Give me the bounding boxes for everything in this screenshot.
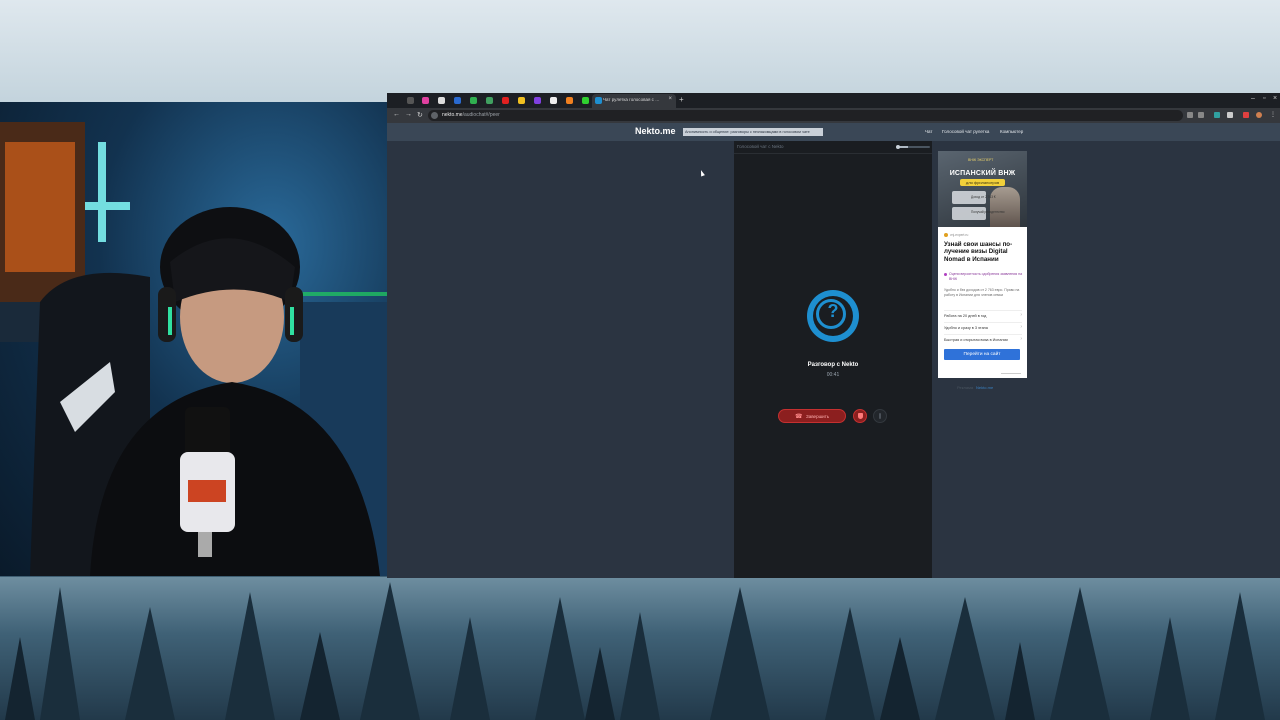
phone-hangup-icon: ☎ (795, 414, 803, 420)
ad-banner[interactable]: ВНЖ ЭКСПЕРТ ИСПАНСКИЙ ВНЖ для фрилансеро… (938, 151, 1027, 378)
menu-icon[interactable]: ⋮ (1270, 111, 1276, 118)
tab-favicon[interactable] (454, 97, 461, 104)
voice-chat-panel: Голосовой чат с Nekto ? Разговор с Nekto… (734, 141, 932, 578)
microphone-icon (879, 413, 881, 419)
tab-favicon[interactable] (566, 97, 573, 104)
tab-favicon[interactable] (422, 97, 429, 104)
extension-icon[interactable] (1227, 112, 1233, 118)
tab-favicon[interactable] (518, 97, 525, 104)
promo-banner[interactable]: Анонимность и общение: разговоры с незна… (683, 128, 823, 136)
ad-title[interactable]: Узнай свои шансы по-лучение визы Digital… (944, 241, 1024, 263)
url-input[interactable]: nekto.me/audiochat#/peer (428, 110, 1183, 121)
ad-card-text: Получай резидентство (971, 210, 1005, 214)
site-info-icon[interactable] (431, 112, 438, 119)
ad-cta-button[interactable]: Перейти на сайт (944, 349, 1020, 360)
reload-icon[interactable]: ↻ (417, 111, 423, 119)
ad-list-item[interactable]: Быстрая и открытая виза в Испании › (944, 334, 1022, 344)
volume-handle[interactable] (896, 145, 900, 149)
nav-computer[interactable]: Компьютер (1000, 129, 1023, 134)
ad-headline: ИСПАНСКИЙ ВНЖ (949, 170, 1016, 177)
ad-list-item[interactable]: Работа на 20 дней в год › (944, 310, 1022, 320)
ad-divider (1001, 373, 1021, 374)
call-timer: 00:41 (826, 372, 840, 378)
bookmark-star-icon[interactable] (1198, 112, 1204, 118)
nav-chat[interactable]: Чат (925, 129, 932, 134)
tab-favicon[interactable] (550, 97, 557, 104)
forward-icon[interactable]: → (405, 111, 412, 118)
tab-title: Чат рулетка голосовая с … (603, 97, 660, 102)
volume-slider[interactable] (896, 145, 930, 149)
maximize-icon[interactable]: ▫ (1263, 95, 1265, 102)
shield-icon (858, 413, 863, 419)
mouse-cursor-icon (699, 169, 705, 177)
address-bar-row: ← → ↻ nekto.me/audiochat#/peer ⋮ (387, 108, 1280, 123)
partner-avatar-icon: ? (807, 290, 859, 342)
ad-image[interactable]: ВНЖ ЭКСПЕРТ ИСПАНСКИЙ ВНЖ для фрилансеро… (938, 151, 1027, 227)
install-icon[interactable] (1187, 112, 1193, 118)
profile-avatar[interactable] (1256, 112, 1262, 118)
chevron-right-icon: › (1020, 336, 1022, 342)
extension-icon[interactable] (1214, 112, 1220, 118)
ad-note: Оцени вероятность одобрения заявления на… (944, 272, 1023, 281)
mute-button[interactable] (873, 409, 887, 423)
tab-favicon[interactable] (534, 97, 541, 104)
url-text: nekto.me/audiochat#/peer (442, 112, 500, 118)
browser-window: Чат рулетка голосовая с … × + – ▫ × ← → … (387, 93, 1280, 578)
report-button[interactable] (853, 409, 867, 423)
tab-favicon[interactable] (502, 97, 509, 104)
tab-favicon[interactable] (470, 97, 477, 104)
nav-voice-roulette[interactable]: Голосовой чат рулетка (942, 129, 989, 134)
background-sky (0, 0, 1280, 100)
tab-favicon[interactable] (582, 97, 589, 104)
chevron-right-icon: › (1020, 324, 1022, 330)
close-window-icon[interactable]: × (1273, 95, 1277, 102)
tab-active[interactable]: Чат рулетка голосовая с … × (592, 94, 676, 108)
ad-source-icon (944, 233, 948, 237)
chevron-right-icon: › (1020, 312, 1022, 318)
ad-footer: Реклама Nekto.me (957, 385, 994, 390)
nekto-site: Nekto.me Анонимность и общение: разговор… (387, 123, 1280, 578)
site-header: Nekto.me Анонимность и общение: разговор… (387, 123, 1280, 141)
close-tab-icon[interactable]: × (668, 96, 672, 102)
ad-list-item[interactable]: Удобно и сразу в 3 этапа › (944, 322, 1022, 332)
background-forest (0, 577, 1280, 720)
tab-favicon[interactable] (407, 97, 414, 104)
minimize-icon[interactable]: – (1251, 95, 1255, 102)
conversation-title: Разговор с Nekto (807, 362, 859, 368)
tab-strip: Чат рулетка голосовая с … × + – ▫ × (387, 93, 1280, 108)
tab-favicon[interactable] (438, 97, 445, 104)
back-icon[interactable]: ← (393, 111, 400, 118)
webcam-feed (0, 102, 387, 576)
ad-source[interactable]: vnj-expert.ru (944, 233, 968, 237)
ad-person-image (990, 187, 1020, 227)
chat-header: Голосовой чат с Nekto (734, 141, 932, 154)
end-call-label: Завершить (806, 414, 830, 419)
ad-footer-link[interactable]: Nekto.me (976, 385, 993, 390)
ad-brand: ВНЖ ЭКСПЕРТ (968, 158, 994, 162)
end-call-button[interactable]: ☎ Завершить (778, 409, 846, 423)
chat-header-title: Голосовой чат с Nekto (737, 144, 784, 149)
ad-card-text: Доход от 2 763 € (971, 195, 996, 199)
new-tab-icon[interactable]: + (679, 95, 684, 104)
extension-icon[interactable] (1243, 112, 1249, 118)
tab-favicon[interactable] (486, 97, 493, 104)
site-logo[interactable]: Nekto.me (635, 126, 676, 136)
nekto-favicon-icon (595, 97, 602, 104)
ad-pill: для фрилансеров (960, 179, 1005, 186)
ad-text: Удобно и без доходов от 2 763 евро. Прав… (944, 288, 1020, 297)
